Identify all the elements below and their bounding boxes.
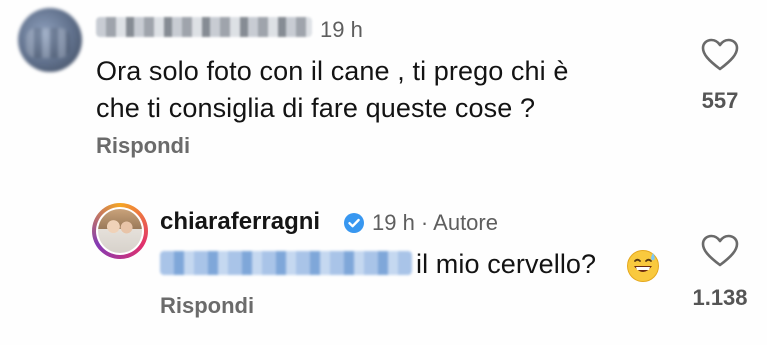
reply-button-author[interactable]: Rispondi: [160, 293, 254, 319]
reply-text: il mio cervello?: [416, 249, 597, 279]
grinning-sweat-emoji-icon: [627, 250, 659, 282]
blurred-username[interactable]: [96, 17, 312, 37]
verified-badge-icon: [344, 213, 364, 233]
reply-button[interactable]: Rispondi: [96, 133, 190, 159]
like-heart-icon-author[interactable]: [700, 234, 740, 268]
reply-time-and-role: 19 h · Autore: [372, 210, 498, 235]
comments-screen: 19 h Ora solo foto con il cane , ti preg…: [0, 0, 767, 345]
likes-count: 557: [701, 88, 739, 113]
comment-text-line-1: Ora solo foto con il cane , ti prego chi…: [96, 56, 569, 86]
author-username[interactable]: chiaraferragni: [160, 208, 320, 236]
likes-count-author: 1.138: [692, 285, 748, 310]
comment-text-line-2: che ti consiglia di fare queste cose ?: [96, 93, 536, 123]
comment-time: 19 h: [320, 17, 363, 42]
blurred-avatar[interactable]: [18, 8, 82, 72]
author-avatar[interactable]: [92, 203, 148, 259]
like-heart-icon[interactable]: [700, 38, 740, 72]
blurred-mention[interactable]: [160, 251, 412, 275]
